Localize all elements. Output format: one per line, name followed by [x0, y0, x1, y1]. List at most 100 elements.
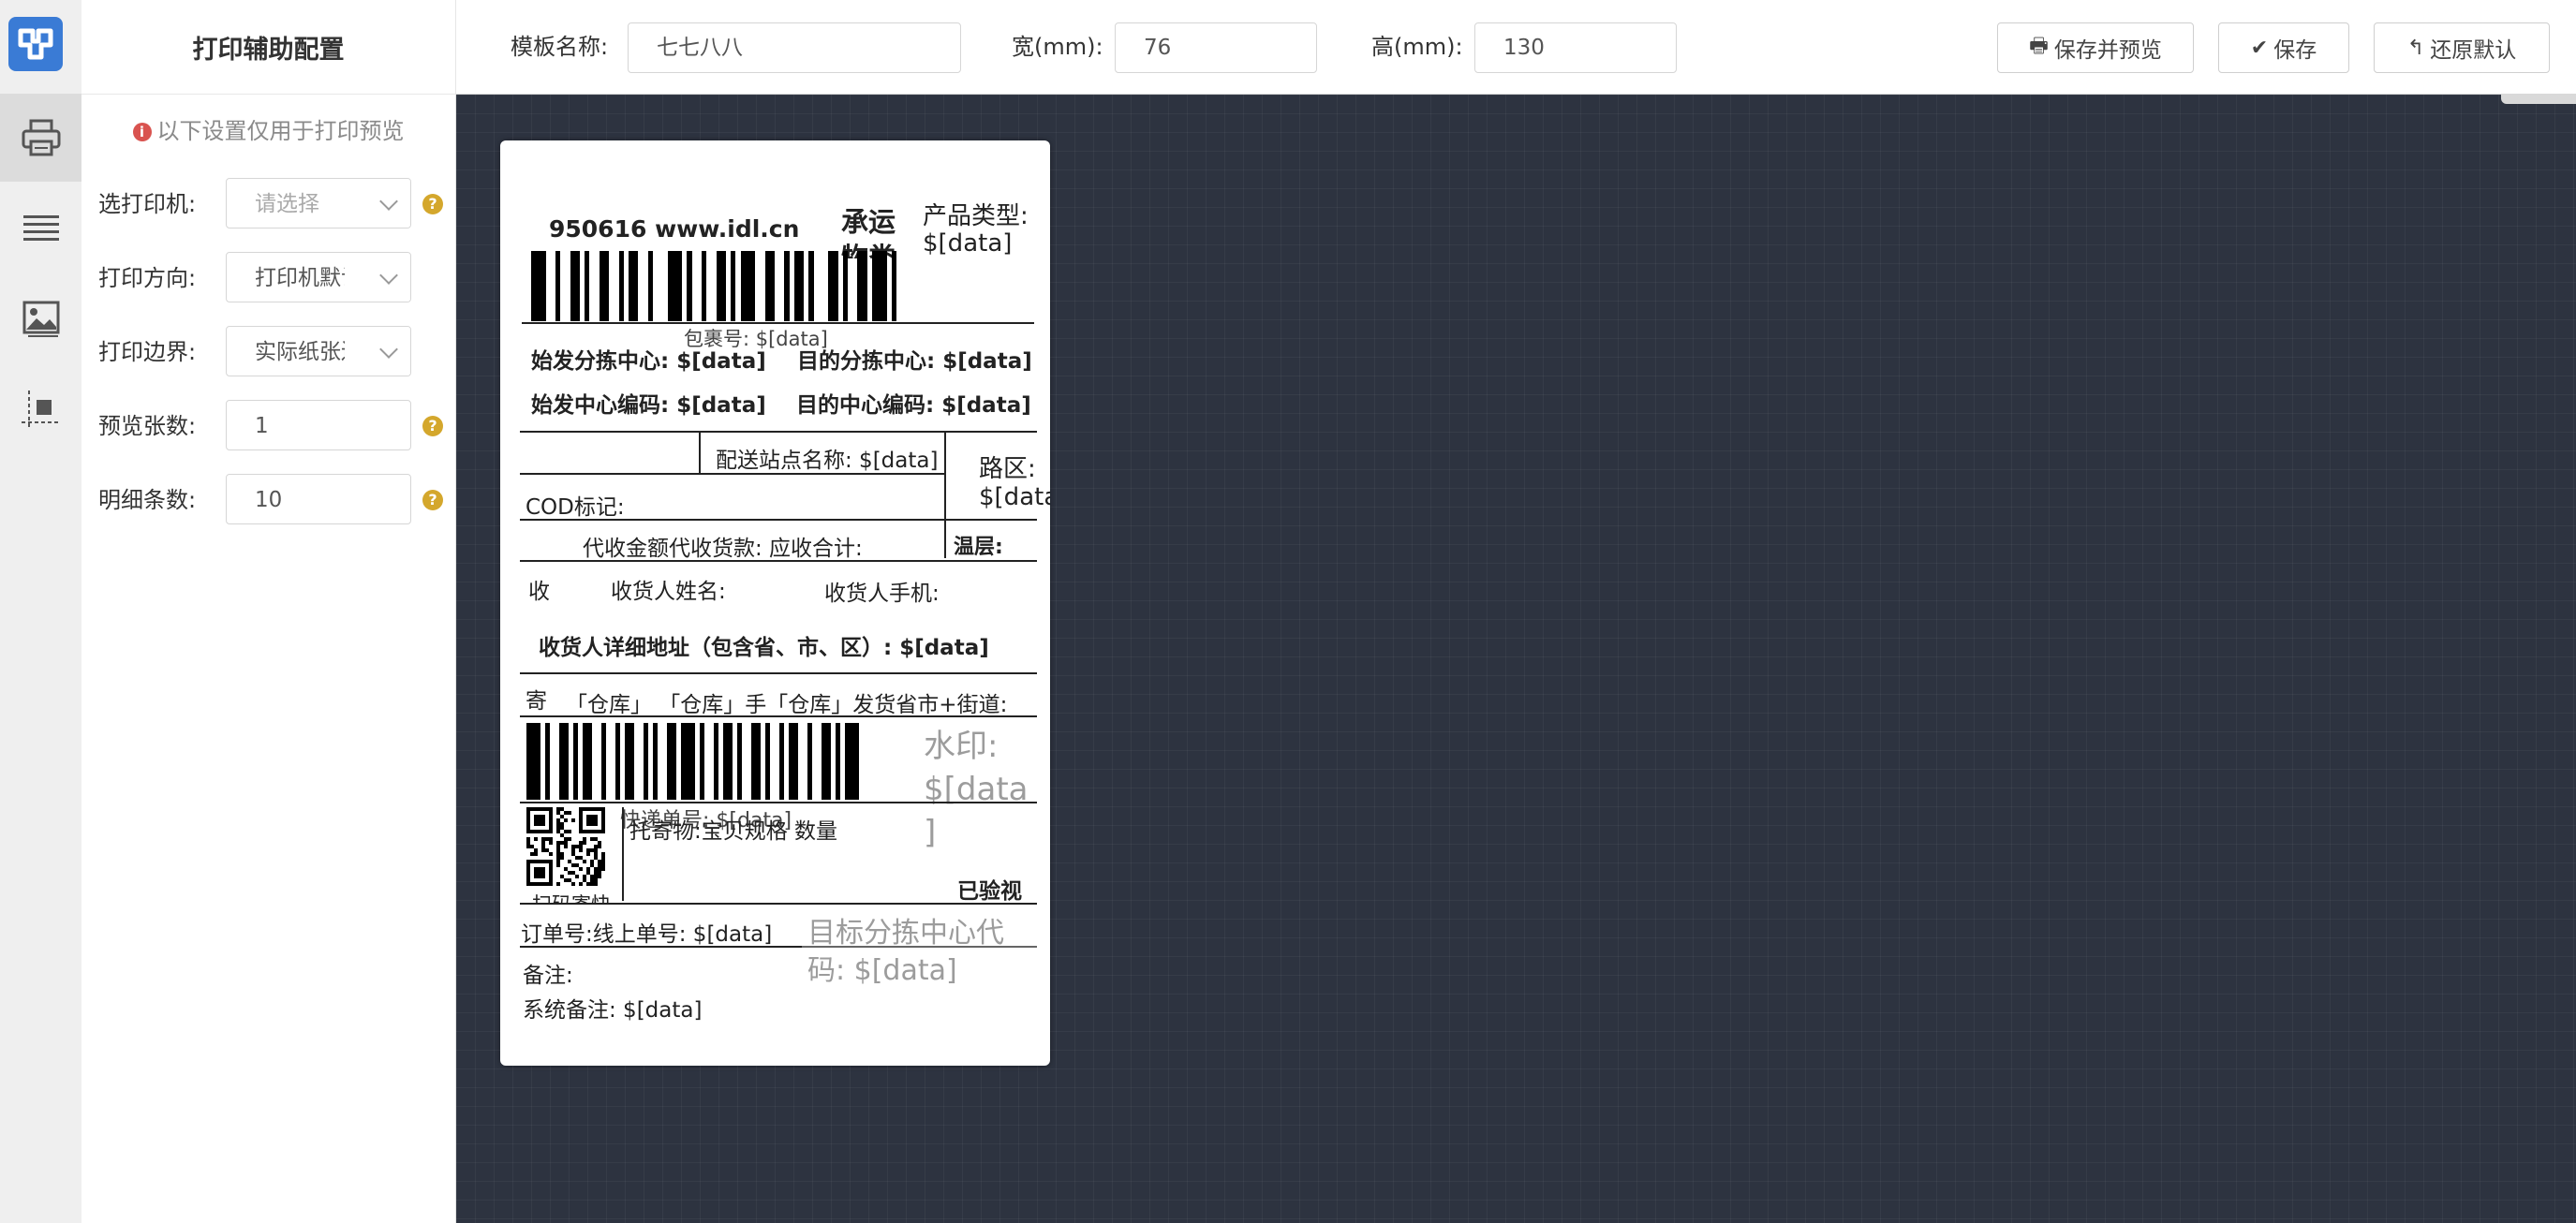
qr-module	[560, 852, 564, 856]
watermark-line-2[interactable]: $[data	[924, 768, 1028, 811]
qr-module	[526, 830, 553, 833]
qr-module	[556, 807, 560, 811]
system-remark[interactable]: 系统备注: $[data]	[523, 992, 702, 1024]
qr-module	[556, 826, 560, 830]
receiver-name[interactable]: 收货人姓名:	[611, 573, 726, 605]
dest-center[interactable]: 目的分拣中心: $[data]	[797, 343, 1032, 375]
sender-tag[interactable]: 寄	[526, 683, 547, 715]
image-tool-button[interactable]	[0, 275, 81, 363]
save-button[interactable]: ✔ 保存	[2218, 22, 2349, 73]
qr-module	[571, 871, 575, 875]
barcode-bar	[842, 251, 848, 321]
label-paper[interactable]: 950616 www.idl.cn 承运 物类 产品类型: $[data] 包裹…	[500, 140, 1050, 1066]
dest-code[interactable]: 目的中心编码: $[data]	[796, 387, 1031, 419]
barcode-bar	[559, 723, 569, 800]
qr-module	[534, 852, 538, 856]
origin-code[interactable]: 始发中心编码: $[data]	[531, 387, 766, 419]
qr-module	[590, 882, 594, 886]
product-type-label[interactable]: 产品类型:	[923, 197, 1029, 231]
restore-default-label: 还原默认	[2430, 38, 2517, 63]
receiver-tag[interactable]: 收	[528, 573, 550, 605]
amount-row[interactable]: 代收金额代收货款: 应收合计:	[583, 530, 863, 562]
sender-line[interactable]: 「仓库」 「仓库」手「仓库」发货省市+街道:	[566, 686, 1007, 718]
route-label[interactable]: 路区:	[979, 449, 1036, 484]
height-input[interactable]: 130	[1474, 22, 1677, 73]
app-logo-icon[interactable]	[8, 17, 63, 71]
barcode-bar	[845, 723, 859, 800]
target-code-line-2[interactable]: 码: $[data]	[807, 952, 957, 990]
print-border-select[interactable]: 实际纸张边界	[226, 326, 411, 376]
qr-module	[571, 818, 575, 822]
save-preview-label: 保存并预览	[2053, 38, 2162, 63]
barcode-bar	[807, 723, 812, 800]
inspected-label[interactable]: 已验视	[957, 873, 1022, 905]
qr-module	[579, 845, 583, 848]
qr-module	[545, 837, 549, 841]
qr-module	[526, 837, 530, 841]
label-header-text[interactable]: 950616 www.idl.cn	[549, 215, 799, 243]
qr-module	[586, 871, 590, 875]
package-barcode[interactable]	[531, 251, 990, 321]
help-icon[interactable]: ?	[422, 416, 443, 436]
barcode-bar	[751, 723, 761, 800]
width-input[interactable]: 76	[1115, 22, 1317, 73]
remark-label[interactable]: 备注:	[523, 957, 573, 989]
barcode-bar	[531, 251, 546, 321]
temperature-label[interactable]: 温层:	[954, 530, 1003, 560]
goods-text[interactable]: 托寄物:宝贝规格 数量	[629, 813, 837, 845]
printer-tool-button[interactable]	[0, 94, 81, 182]
printer-select-label: 选打印机:	[98, 191, 197, 217]
barcode-bar	[555, 251, 561, 321]
qr-module	[579, 807, 583, 833]
qr-module	[594, 845, 598, 848]
canvas-corner-tab[interactable]	[2501, 95, 2576, 104]
save-preview-button[interactable]: 🖶 保存并预览	[1997, 22, 2194, 73]
barcode-bar	[828, 251, 838, 321]
barcode-bar	[836, 723, 840, 800]
list-tool-button[interactable]	[0, 184, 81, 273]
qr-code[interactable]	[526, 807, 605, 886]
template-name-input[interactable]: 七七八八	[628, 22, 961, 73]
print-direction-select[interactable]: 打印机默认	[226, 252, 411, 302]
qr-module	[598, 875, 601, 878]
watermark-line-1[interactable]: 水印:	[924, 725, 998, 768]
barcode-bar	[872, 251, 887, 321]
express-barcode[interactable]	[526, 723, 892, 800]
barcode-bar	[687, 251, 692, 321]
qr-module	[575, 863, 579, 867]
barcode-bar	[723, 723, 733, 800]
align-tool-button[interactable]	[0, 366, 81, 454]
qr-module	[560, 822, 564, 826]
help-icon[interactable]: ?	[422, 194, 443, 214]
carrier-line-1[interactable]: 承运	[841, 200, 896, 240]
receiver-address[interactable]: 收货人详细地址（包含省、市、区）: $[data]	[539, 629, 989, 661]
origin-center[interactable]: 始发分拣中心: $[data]	[531, 343, 766, 375]
qr-module	[556, 863, 560, 867]
qr-module	[534, 848, 538, 852]
qr-module	[586, 852, 590, 856]
width-label: 宽(mm):	[1012, 34, 1103, 60]
qr-module	[564, 837, 568, 841]
delivery-station[interactable]: 配送站点名称: $[data]	[716, 442, 938, 474]
barcode-bar	[570, 251, 580, 321]
route-value[interactable]: $[data]	[979, 483, 1050, 511]
barcode-bar	[700, 723, 704, 800]
preview-count-input[interactable]: 1	[226, 400, 411, 450]
qr-module	[579, 856, 583, 860]
qr-module	[526, 860, 530, 886]
printer-select[interactable]: 请选择	[226, 178, 411, 228]
qr-module	[601, 852, 605, 856]
cod-label[interactable]: COD标记:	[526, 489, 625, 521]
order-no[interactable]: 订单号:线上单号: $[data]	[521, 916, 772, 948]
qr-module	[534, 837, 538, 841]
qr-module	[526, 841, 530, 845]
barcode-bar	[793, 251, 805, 321]
restore-default-button[interactable]: ↰ 还原默认	[2374, 22, 2550, 73]
divider-line	[520, 560, 1037, 562]
qr-module	[579, 882, 583, 886]
help-icon[interactable]: ?	[422, 490, 443, 510]
detail-count-input[interactable]: 10	[226, 474, 411, 524]
watermark-line-3[interactable]: ]	[924, 811, 936, 854]
qr-module	[590, 878, 594, 882]
receiver-phone[interactable]: 收货人手机:	[824, 575, 940, 607]
